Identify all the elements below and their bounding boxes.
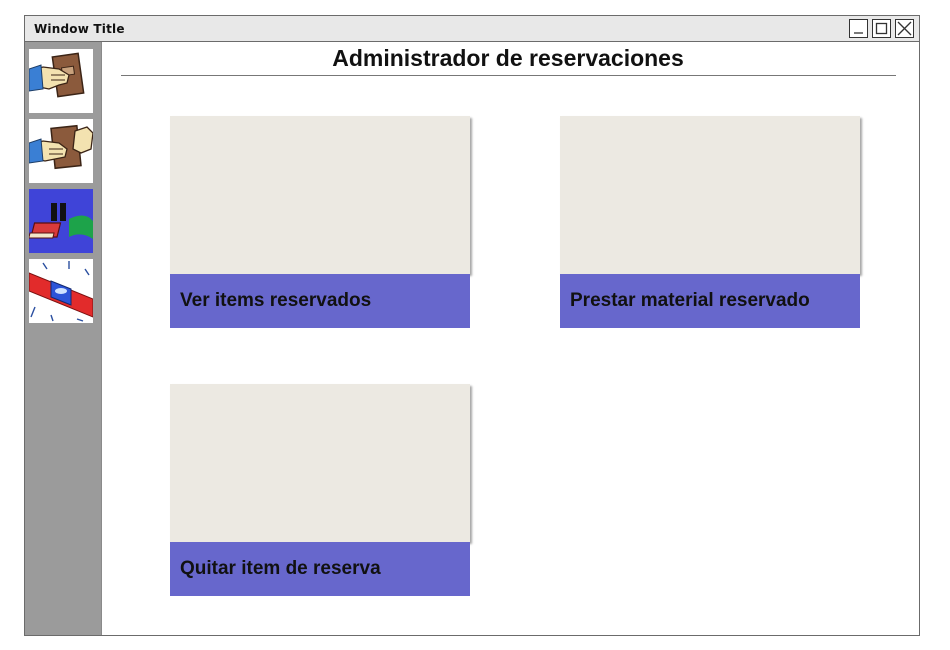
- sidebar-item-view-reservations[interactable]: [29, 49, 93, 113]
- close-icon: [897, 21, 912, 36]
- card-image-placeholder: [560, 116, 860, 274]
- card-label: Ver items reservados: [180, 290, 372, 311]
- sidebar-item-remove-reservation[interactable]: [29, 259, 93, 323]
- title-bar: Window Title: [25, 16, 919, 42]
- alert-light-icon: [29, 261, 93, 322]
- sidebar-item-lend-material[interactable]: [29, 119, 93, 183]
- page-title: Administrador de reservaciones: [332, 45, 684, 71]
- card-label: Prestar material reservado: [570, 290, 810, 311]
- card-lend-reserved-material[interactable]: Prestar material reservado: [560, 116, 860, 328]
- card-remove-reserved-item[interactable]: Quitar item de reserva: [170, 384, 470, 596]
- window-title: Window Title: [34, 22, 125, 36]
- card-view-reserved-items[interactable]: Ver items reservados: [170, 116, 470, 328]
- book-handoff-icon: [29, 124, 93, 170]
- title-divider: [121, 75, 896, 76]
- sidebar: [25, 42, 102, 635]
- card-caption: Ver items reservados: [170, 274, 470, 328]
- sidebar-item-pause-reservation[interactable]: [29, 189, 93, 253]
- app-window: Window Title Administrador de reservacio…: [24, 15, 920, 636]
- maximize-button[interactable]: [872, 19, 891, 38]
- card-image-placeholder: [170, 116, 470, 274]
- card-caption: Prestar material reservado: [560, 274, 860, 328]
- minimize-button[interactable]: [849, 19, 868, 38]
- minimize-icon: [854, 32, 863, 34]
- pause-book-icon: [29, 203, 93, 239]
- maximize-icon: [875, 22, 888, 35]
- book-hand-icon: [29, 52, 85, 98]
- close-button[interactable]: [895, 19, 914, 38]
- card-caption: Quitar item de reserva: [170, 542, 470, 596]
- card-label: Quitar item de reserva: [180, 558, 381, 579]
- card-image-placeholder: [170, 384, 470, 542]
